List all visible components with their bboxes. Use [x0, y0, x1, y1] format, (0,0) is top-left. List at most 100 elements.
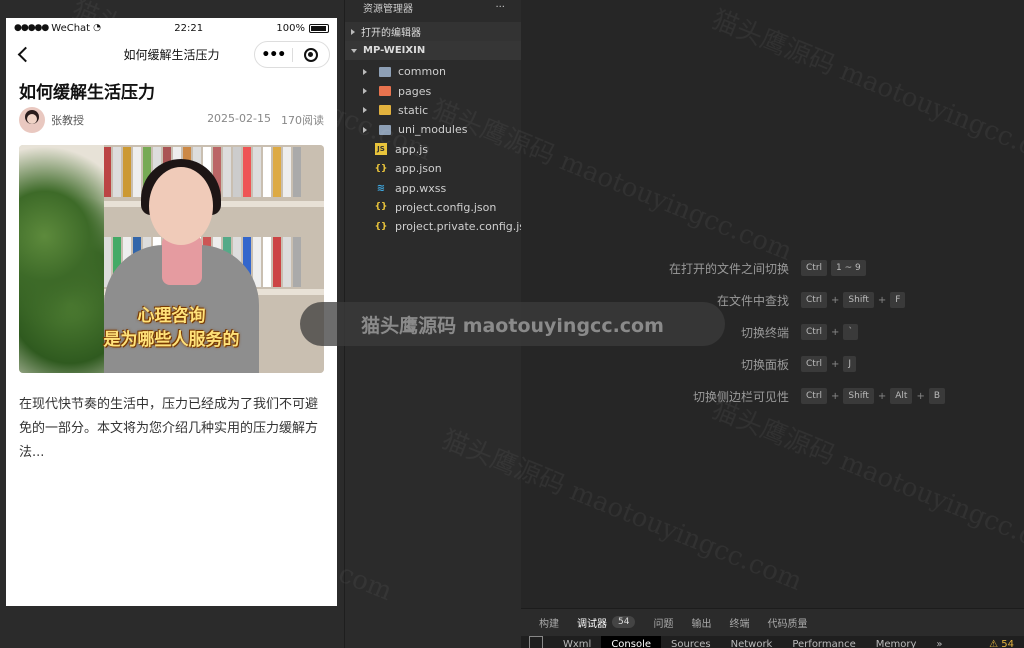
file-label: project.private.config.js... [395, 220, 536, 234]
target-icon [303, 47, 318, 62]
cover-caption-line1: 心理咨询 [137, 306, 206, 326]
explorer-header: 资源管理器 ··· [345, 0, 521, 15]
tab-performance[interactable]: Performance [782, 636, 865, 648]
devtools-tabs: Wxml Console Sources Network Performance… [521, 636, 1024, 648]
file-label: app.json [395, 162, 442, 176]
json-icon: {} [374, 221, 388, 232]
project-section[interactable]: MP-WEIXIN [345, 41, 521, 60]
folder-icon [379, 105, 391, 116]
css-icon: ≋ [376, 182, 386, 194]
key-cap: B [928, 388, 946, 404]
tab-build[interactable]: 构建 [539, 609, 559, 637]
inspect-icon[interactable] [529, 636, 543, 648]
folder-icon [379, 86, 391, 97]
battery-percent: 100% [276, 22, 305, 34]
tab-memory[interactable]: Memory [866, 636, 927, 648]
key-cap: ` [843, 324, 858, 340]
simulator-panel: ●●●●● WeChat ◔ 22:21 100% 如何缓解生活压力 ••• 如… [0, 0, 345, 648]
more-icon[interactable]: ••• [255, 47, 292, 63]
shortcut-row: 切换侧边栏可见性 Ctrl + Shift + Alt + B [521, 380, 1024, 412]
signal-icon: ●●●●● [14, 23, 49, 33]
js-icon: JS [375, 143, 387, 156]
shortcut-row: 在打开的文件之间切换 Ctrl 1 ~ 9 [521, 252, 1024, 284]
folder-label: pages [398, 84, 432, 98]
json-icon: {} [374, 163, 388, 174]
key-cap: Ctrl [801, 356, 828, 372]
article-cover-image[interactable]: 心理咨询 是为哪些人服务的 [19, 145, 324, 373]
tab-console[interactable]: Console [601, 636, 662, 648]
chevron-right-icon [363, 107, 367, 114]
tab-output[interactable]: 输出 [691, 609, 711, 637]
tab-sources[interactable]: Sources [661, 636, 721, 648]
project-label: MP-WEIXIN [363, 45, 426, 56]
tree-folder-pages[interactable]: pages [345, 81, 521, 100]
open-editors-section[interactable]: 打开的编辑器 [345, 22, 521, 41]
chevron-right-icon [363, 88, 367, 95]
shortcut-label: 切换侧边栏可见性 [692, 389, 789, 404]
debugger-count-badge: 54 [612, 616, 636, 628]
key-cap: Alt [890, 388, 913, 404]
key-cap: Shift [843, 388, 874, 404]
article-meta: 张教授 2025-02-15 170阅读 [19, 107, 324, 133]
cover-caption-line2: 是为哪些人服务的 [103, 330, 240, 350]
tree-folder-common[interactable]: common [345, 62, 521, 81]
key-cap: 1 ~ 9 [831, 260, 866, 276]
key-cap: J [843, 356, 857, 372]
key-cap: Shift [843, 292, 874, 308]
phone-screen: ●●●●● WeChat ◔ 22:21 100% 如何缓解生活压力 ••• 如… [6, 18, 337, 606]
center-watermark: 猫头鹰源码 maotouyingcc.com [300, 302, 725, 346]
mini-program-navbar: 如何缓解生活压力 ••• [6, 38, 337, 70]
key-cap: Ctrl [801, 388, 828, 404]
tree-file-project-private-config[interactable]: {} project.private.config.js... [345, 217, 536, 236]
chevron-right-icon [363, 68, 367, 75]
open-editors-label: 打开的编辑器 [361, 28, 421, 39]
warning-count[interactable]: ⚠ 54 [989, 636, 1024, 648]
folder-icon [379, 66, 391, 77]
explorer-more-icon[interactable]: ··· [495, 2, 505, 13]
menu-capsule: ••• [254, 41, 330, 68]
key-cap: Ctrl [801, 292, 828, 308]
tab-terminal[interactable]: 终端 [729, 609, 749, 637]
tree-file-app-js[interactable]: JS app.js [345, 140, 521, 159]
cover-person-face [149, 167, 213, 245]
file-label: app.js [395, 142, 428, 156]
tree-folder-static[interactable]: static [345, 101, 521, 120]
json-icon: {} [374, 202, 388, 213]
key-cap: Ctrl [801, 324, 828, 340]
key-cap: Ctrl [801, 260, 828, 276]
shortcut-row: 切换面板 Ctrl + J [521, 348, 1024, 380]
ide-window: ●●●●● WeChat ◔ 22:21 100% 如何缓解生活压力 ••• 如… [0, 0, 1024, 648]
battery-icon [309, 23, 329, 33]
chevron-right-icon [363, 126, 367, 133]
tab-wxml[interactable]: Wxml [553, 636, 601, 648]
close-miniprogram-button[interactable] [293, 47, 330, 62]
tree-file-project-config[interactable]: {} project.config.json [345, 198, 521, 217]
wifi-icon: ◔ [93, 23, 101, 33]
back-arrow-icon[interactable] [14, 44, 32, 64]
tree-file-app-wxss[interactable]: ≋ app.wxss [345, 178, 521, 197]
folder-label: common [398, 65, 446, 79]
file-label: app.wxss [395, 181, 447, 195]
author-avatar[interactable] [19, 107, 45, 133]
tree-file-app-json[interactable]: {} app.json [345, 159, 521, 178]
tab-network[interactable]: Network [721, 636, 783, 648]
article-title: 如何缓解生活压力 [19, 83, 155, 103]
tab-debugger[interactable]: 调试器 54 [577, 609, 636, 637]
shortcut-label: 在打开的文件之间切换 [668, 261, 789, 276]
phone-status-bar: ●●●●● WeChat ◔ 22:21 100% [6, 18, 337, 38]
tab-problems[interactable]: 问题 [653, 609, 673, 637]
chevron-down-icon [351, 48, 357, 53]
more-tabs-chevron-icon[interactable]: » [926, 636, 952, 648]
article-detail: 如何缓解生活压力 张教授 2025-02-15 170阅读 心理咨询 是为哪些人… [6, 78, 337, 465]
view-count: 170阅读 [281, 114, 324, 127]
file-label: project.config.json [395, 200, 497, 214]
file-tree: common pages static uni_modules JS app.j… [345, 60, 536, 237]
author-name[interactable]: 张教授 [51, 112, 84, 128]
tree-folder-uni-modules[interactable]: uni_modules [345, 120, 521, 139]
folder-label: static [398, 103, 429, 117]
tab-code-quality[interactable]: 代码质量 [767, 609, 807, 637]
navbar-title: 如何缓解生活压力 [123, 47, 220, 62]
key-cap: F [890, 292, 906, 308]
tab-debugger-label: 调试器 [577, 618, 607, 630]
shortcut-label: 切换面板 [740, 357, 789, 372]
